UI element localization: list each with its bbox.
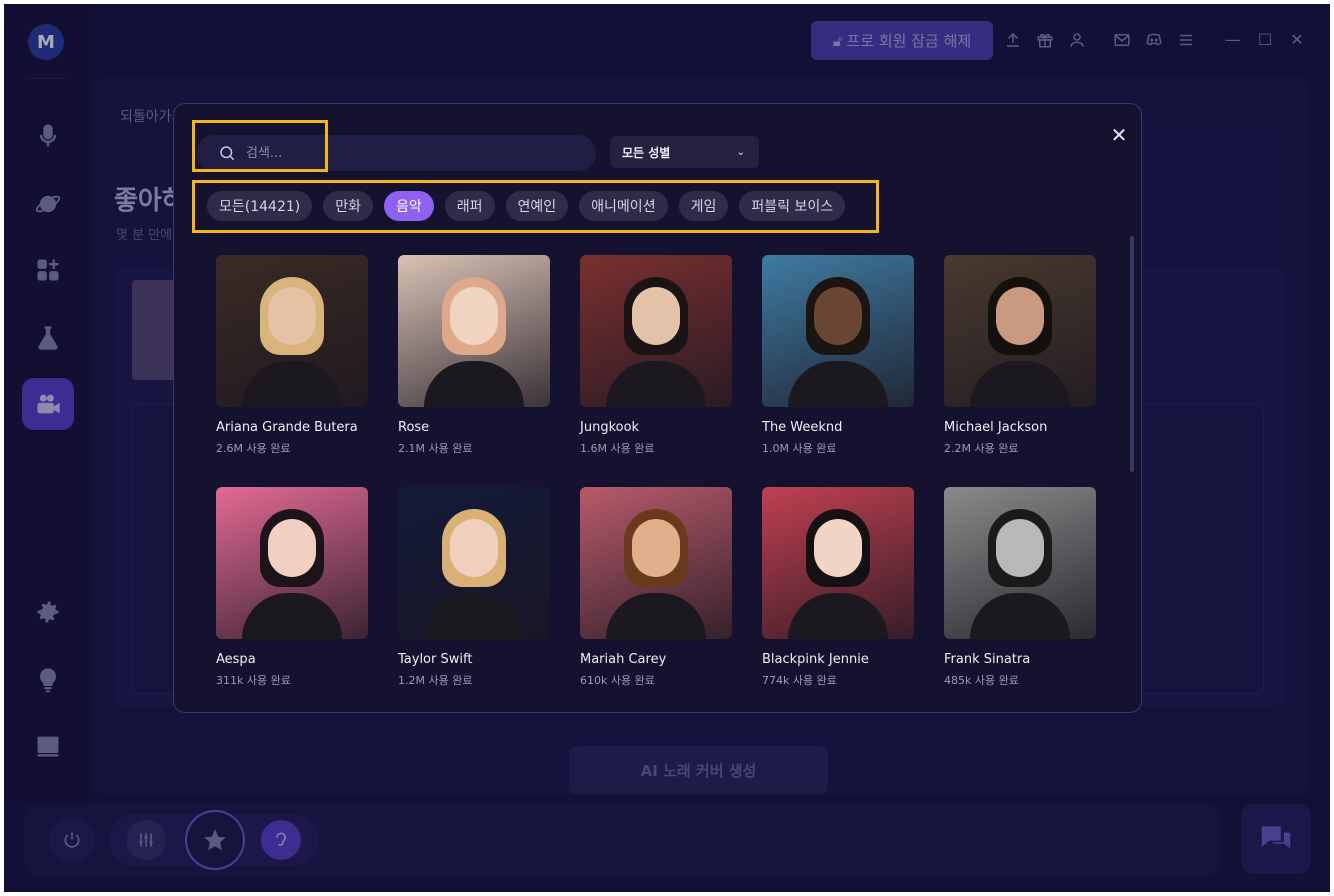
voice-usage-count: 311k 사용 완료 (216, 674, 291, 687)
voice-avatar (398, 255, 550, 407)
voice-avatar (580, 255, 732, 407)
voice-name: Michael Jackson (944, 420, 1048, 435)
tabs-highlight (192, 180, 879, 233)
voice-name: The Weeknd (762, 420, 843, 435)
voice-name: Blackpink Jennie (762, 652, 869, 667)
voice-card[interactable]: Michael Jackson 2.2M 사용 완료 (944, 255, 1096, 456)
gender-select[interactable]: 모든 성별 ⌄ (610, 136, 759, 168)
voice-usage-count: 1.2M 사용 완료 (398, 674, 473, 687)
voice-avatar (398, 487, 550, 639)
voice-name: Mariah Carey (580, 652, 667, 667)
voice-name: Frank Sinatra (944, 652, 1031, 667)
app-window: M 🔓︎ 프로 회원 잠금 해제 — ☐ ✕ 되돌아가기 좋아하 몇 분 만에 … (4, 4, 1330, 892)
voice-name: Jungkook (580, 420, 640, 435)
voice-usage-count: 485k 사용 완료 (944, 674, 1019, 687)
modal-close-icon[interactable]: ✕ (1108, 123, 1130, 147)
voice-usage-count: 1.6M 사용 완료 (580, 442, 655, 455)
voice-card[interactable]: Frank Sinatra 485k 사용 완료 (944, 487, 1096, 688)
voice-usage-count: 2.2M 사용 완료 (944, 442, 1019, 455)
voice-avatar (216, 255, 368, 407)
voice-name: Taylor Swift (398, 652, 473, 667)
voice-avatar (762, 487, 914, 639)
voice-card[interactable]: Taylor Swift 1.2M 사용 완료 (398, 487, 550, 688)
voice-avatar (580, 487, 732, 639)
voice-name: Ariana Grande Butera (216, 420, 358, 435)
voice-card[interactable]: The Weeknd 1.0M 사용 완료 (762, 255, 914, 456)
voice-usage-count: 2.1M 사용 완료 (398, 442, 473, 455)
voice-avatar (944, 255, 1096, 407)
voice-card[interactable]: Mariah Carey 610k 사용 완료 (580, 487, 732, 688)
chevron-down-icon: ⌄ (736, 146, 745, 158)
voice-usage-count: 1.0M 사용 완료 (762, 442, 837, 455)
voice-card[interactable]: Jungkook 1.6M 사용 완료 (580, 255, 732, 456)
voice-card[interactable]: Blackpink Jennie 774k 사용 완료 (762, 487, 914, 688)
voice-usage-count: 610k 사용 완료 (580, 674, 655, 687)
voice-card[interactable]: Aespa 311k 사용 완료 (216, 487, 368, 688)
voice-avatar (762, 255, 914, 407)
voice-usage-count: 774k 사용 완료 (762, 674, 837, 687)
voice-name: Rose (398, 420, 430, 435)
voice-avatar (944, 487, 1096, 639)
scrollbar[interactable] (1130, 236, 1134, 472)
voice-usage-count: 2.6M 사용 완료 (216, 442, 291, 455)
voice-avatar (216, 487, 368, 639)
voice-card[interactable]: Rose 2.1M 사용 완료 (398, 255, 550, 456)
voice-card[interactable]: Ariana Grande Butera 2.6M 사용 완료 (216, 255, 368, 456)
voice-name: Aespa (216, 652, 256, 667)
search-highlight (192, 120, 328, 172)
gender-select-value: 모든 성별 (622, 145, 671, 160)
